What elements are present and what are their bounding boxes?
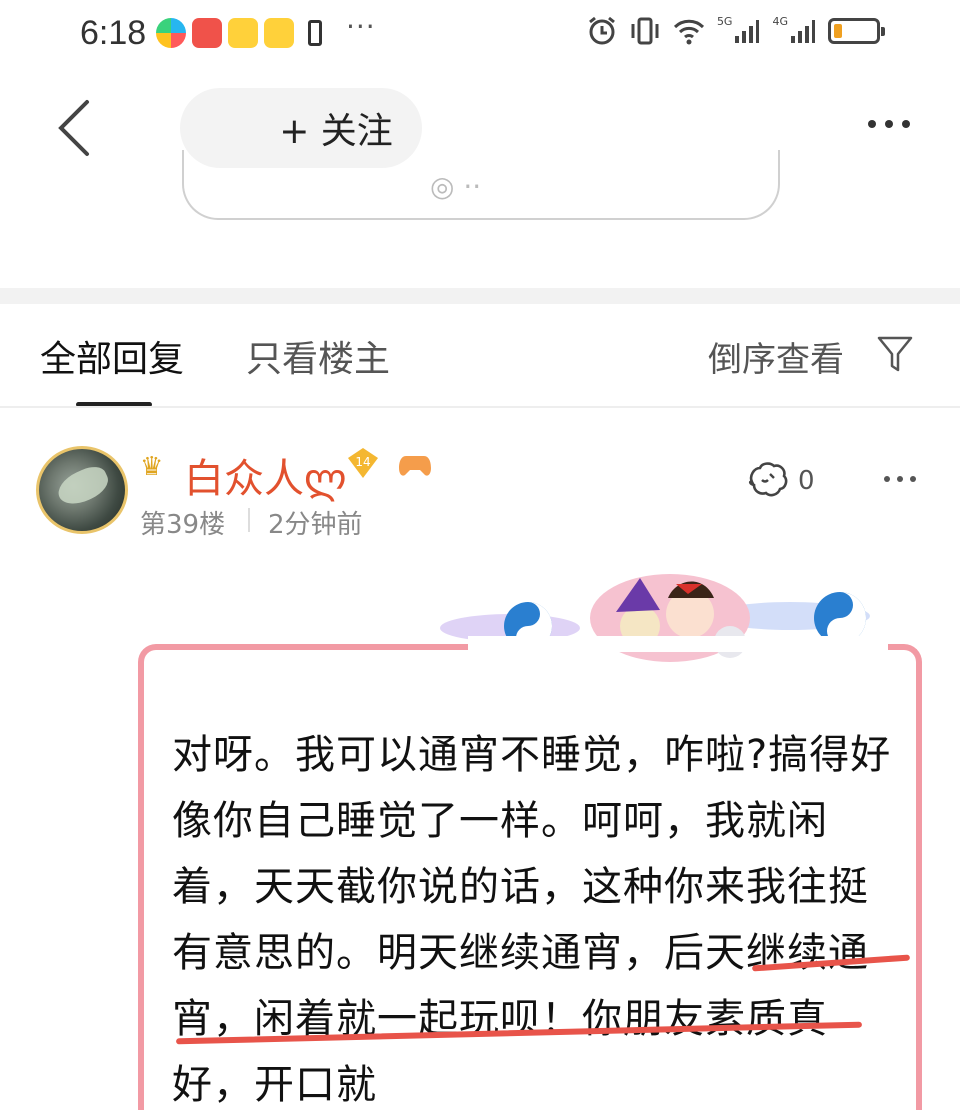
vibrate-icon <box>631 17 659 45</box>
more-options-icon[interactable] <box>868 120 910 128</box>
status-app-icons <box>156 18 330 48</box>
vip-crown-icon: ♛ <box>140 452 164 482</box>
weibo-icon <box>264 18 294 48</box>
post-time: 2分钟前 <box>268 510 363 540</box>
tab-bottom-border <box>0 406 960 408</box>
signal-icon <box>735 20 760 43</box>
status-right-icons: 5G 4G <box>587 14 885 46</box>
battery-level <box>834 24 842 38</box>
sort-reverse-button[interactable]: 倒序查看 <box>708 332 844 381</box>
huawei-icon <box>192 18 222 48</box>
signal-5g-label: 5G <box>716 14 733 28</box>
tab-all-replies[interactable]: 全部回复 <box>40 330 184 382</box>
meta-separator <box>248 508 250 532</box>
app-store-icon <box>156 18 186 48</box>
section-divider <box>0 288 960 304</box>
ghost-card-label: ◎ ·· <box>430 170 482 203</box>
avatar[interactable] <box>36 446 128 534</box>
tab-owner-only[interactable]: 只看楼主 <box>246 330 390 382</box>
battery-icon <box>828 18 885 44</box>
weibo-icon <box>228 18 258 48</box>
like-count: 0 <box>798 466 815 496</box>
level-number: 14 <box>355 455 370 469</box>
wifi-icon <box>673 19 704 45</box>
signal-icon <box>791 20 815 43</box>
reply-content: 对呀。我可以通宵不睡觉，咋啦?搞得好像你自己睡觉了一样。呵呵，我就闲着，天天截你… <box>172 732 892 1108</box>
status-more-icon: ··· <box>346 10 376 43</box>
signal-4g-label: 4G <box>772 14 788 28</box>
follow-button[interactable]: + 关注 <box>180 88 422 168</box>
status-bar: 6:18 ··· 5G 4G <box>0 0 960 72</box>
follow-label: + 关注 <box>279 111 393 152</box>
game-controller-icon <box>399 456 431 476</box>
status-time: 6:18 <box>80 14 147 52</box>
notification-icon <box>300 18 330 48</box>
username[interactable]: 白众人ლ <box>184 446 347 504</box>
level-badge-icon: 14 <box>348 448 378 478</box>
alarm-icon <box>589 16 615 45</box>
filter-icon[interactable] <box>876 334 914 374</box>
like-icon[interactable] <box>746 460 790 500</box>
reply-more-icon[interactable] <box>884 476 916 482</box>
back-arrow-icon[interactable] <box>55 98 95 158</box>
bubble-frame-gap <box>468 636 888 652</box>
floor-number: 第39楼 <box>140 510 226 540</box>
